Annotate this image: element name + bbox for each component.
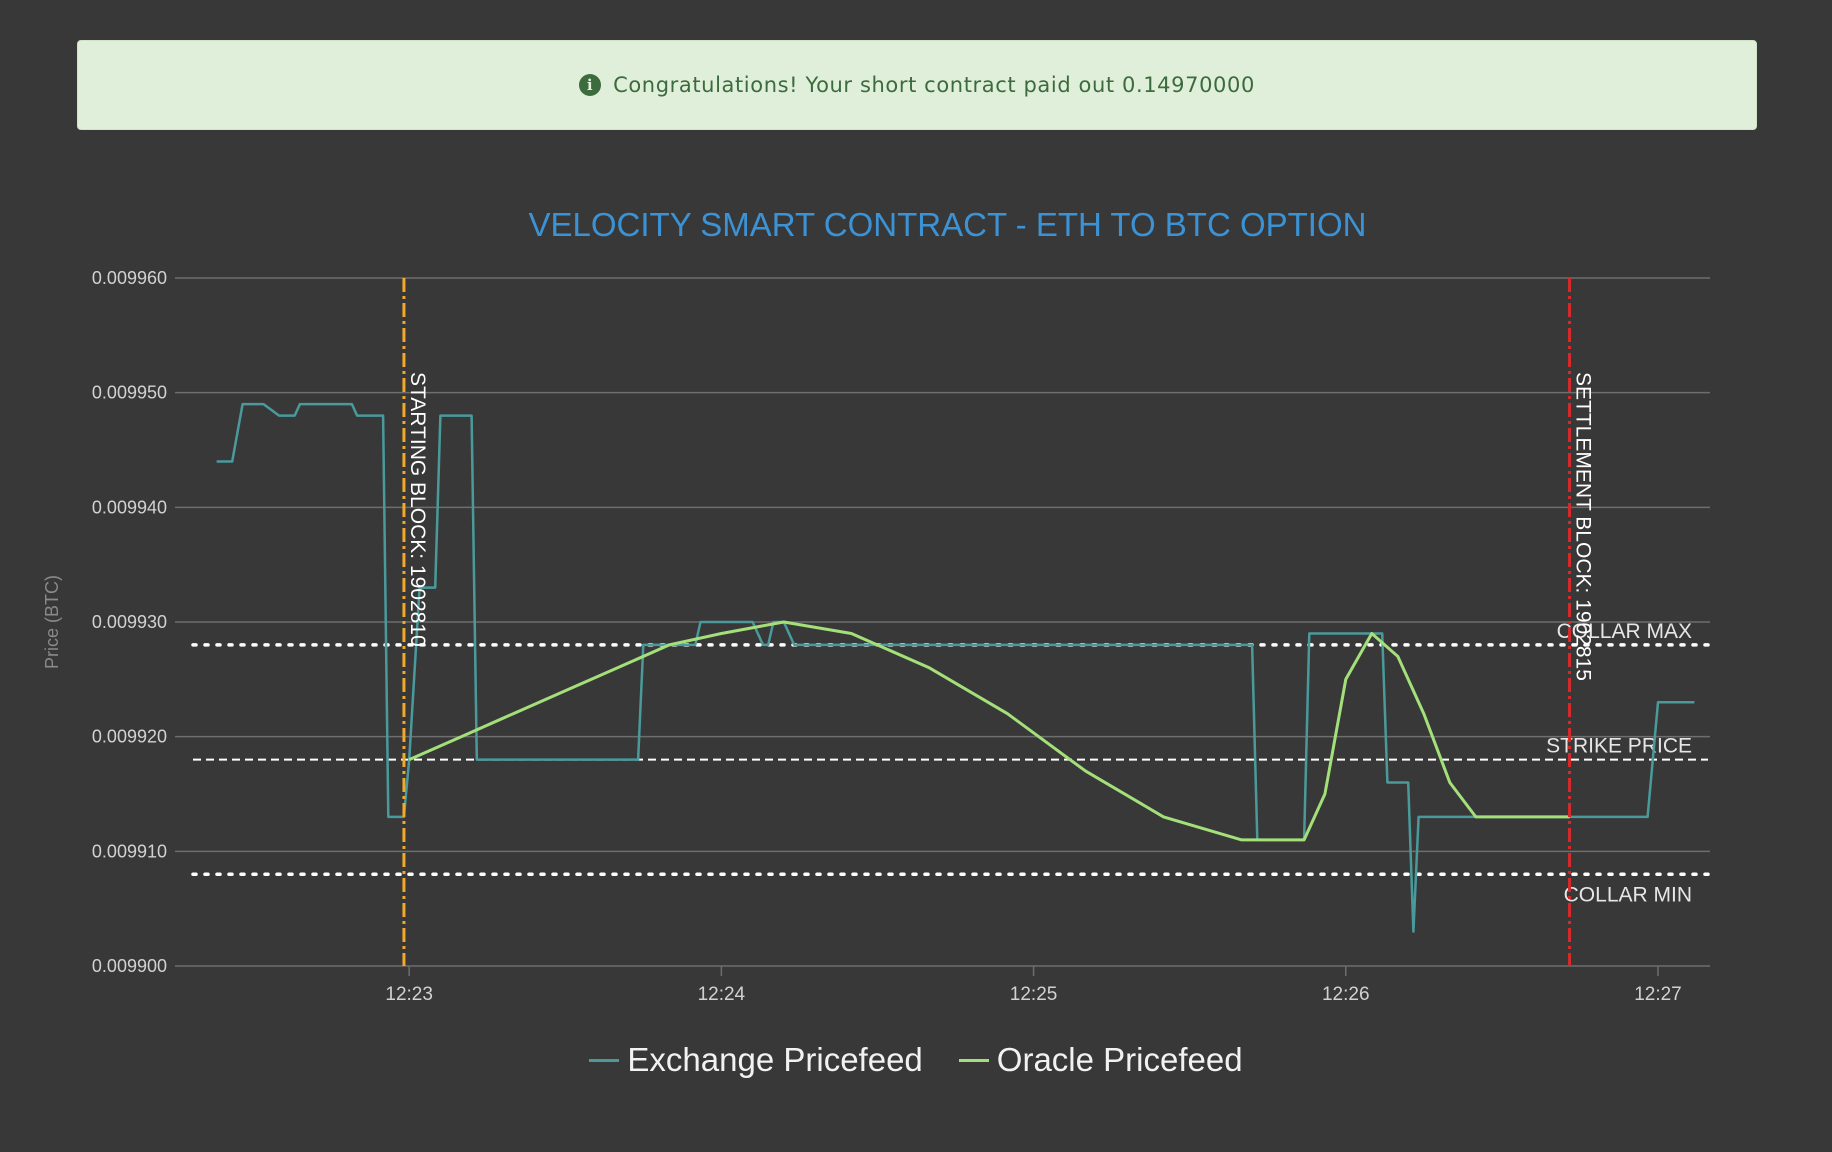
x-tick-label: 12:25	[1010, 984, 1058, 1005]
x-tick-label: 12:23	[385, 984, 433, 1005]
legend-label-oracle: Oracle Pricefeed	[996, 1041, 1243, 1078]
y-axis-label: Price (BTC)	[42, 575, 62, 669]
x-tick-label: 12:26	[1322, 984, 1370, 1005]
y-tick-label: 0.009940	[92, 497, 167, 517]
x-tick-label: 12:24	[698, 984, 746, 1005]
y-tick-label: 0.009950	[92, 383, 167, 403]
x-tick-label: 12:27	[1634, 984, 1682, 1005]
settlement-block-label: SETTLEMENT BLOCK: 1902815	[1572, 372, 1595, 681]
y-tick-label: 0.009900	[92, 956, 167, 976]
legend-label-exchange: Exchange Pricefeed	[627, 1041, 923, 1078]
oracle-series-line	[408, 620, 1570, 842]
y-tick-label: 0.009920	[92, 727, 167, 747]
legend-item-exchange[interactable]: Exchange Pricefeed	[589, 1041, 923, 1079]
legend-swatch-oracle	[958, 1058, 989, 1062]
ref-line-label: COLLAR MIN	[1564, 883, 1692, 906]
chart-legend: Exchange Pricefeed Oracle Pricefeed	[0, 1035, 1832, 1085]
starting-block-label: STARTING BLOCK: 1902810	[406, 372, 429, 647]
legend-item-oracle[interactable]: Oracle Pricefeed	[958, 1041, 1243, 1079]
y-tick-label: 0.009910	[92, 841, 167, 861]
ref-line-label: STRIKE PRICE	[1546, 735, 1692, 758]
chart-title: VELOCITY SMART CONTRACT - ETH TO BTC OPT…	[529, 206, 1367, 243]
legend-swatch-exchange	[589, 1058, 620, 1062]
exchange-series-line	[216, 402, 1695, 933]
y-tick-label: 0.009930	[92, 612, 167, 632]
y-tick-label: 0.009960	[92, 268, 167, 288]
price-chart: VELOCITY SMART CONTRACT - ETH TO BTC OPT…	[42, 206, 1710, 1005]
